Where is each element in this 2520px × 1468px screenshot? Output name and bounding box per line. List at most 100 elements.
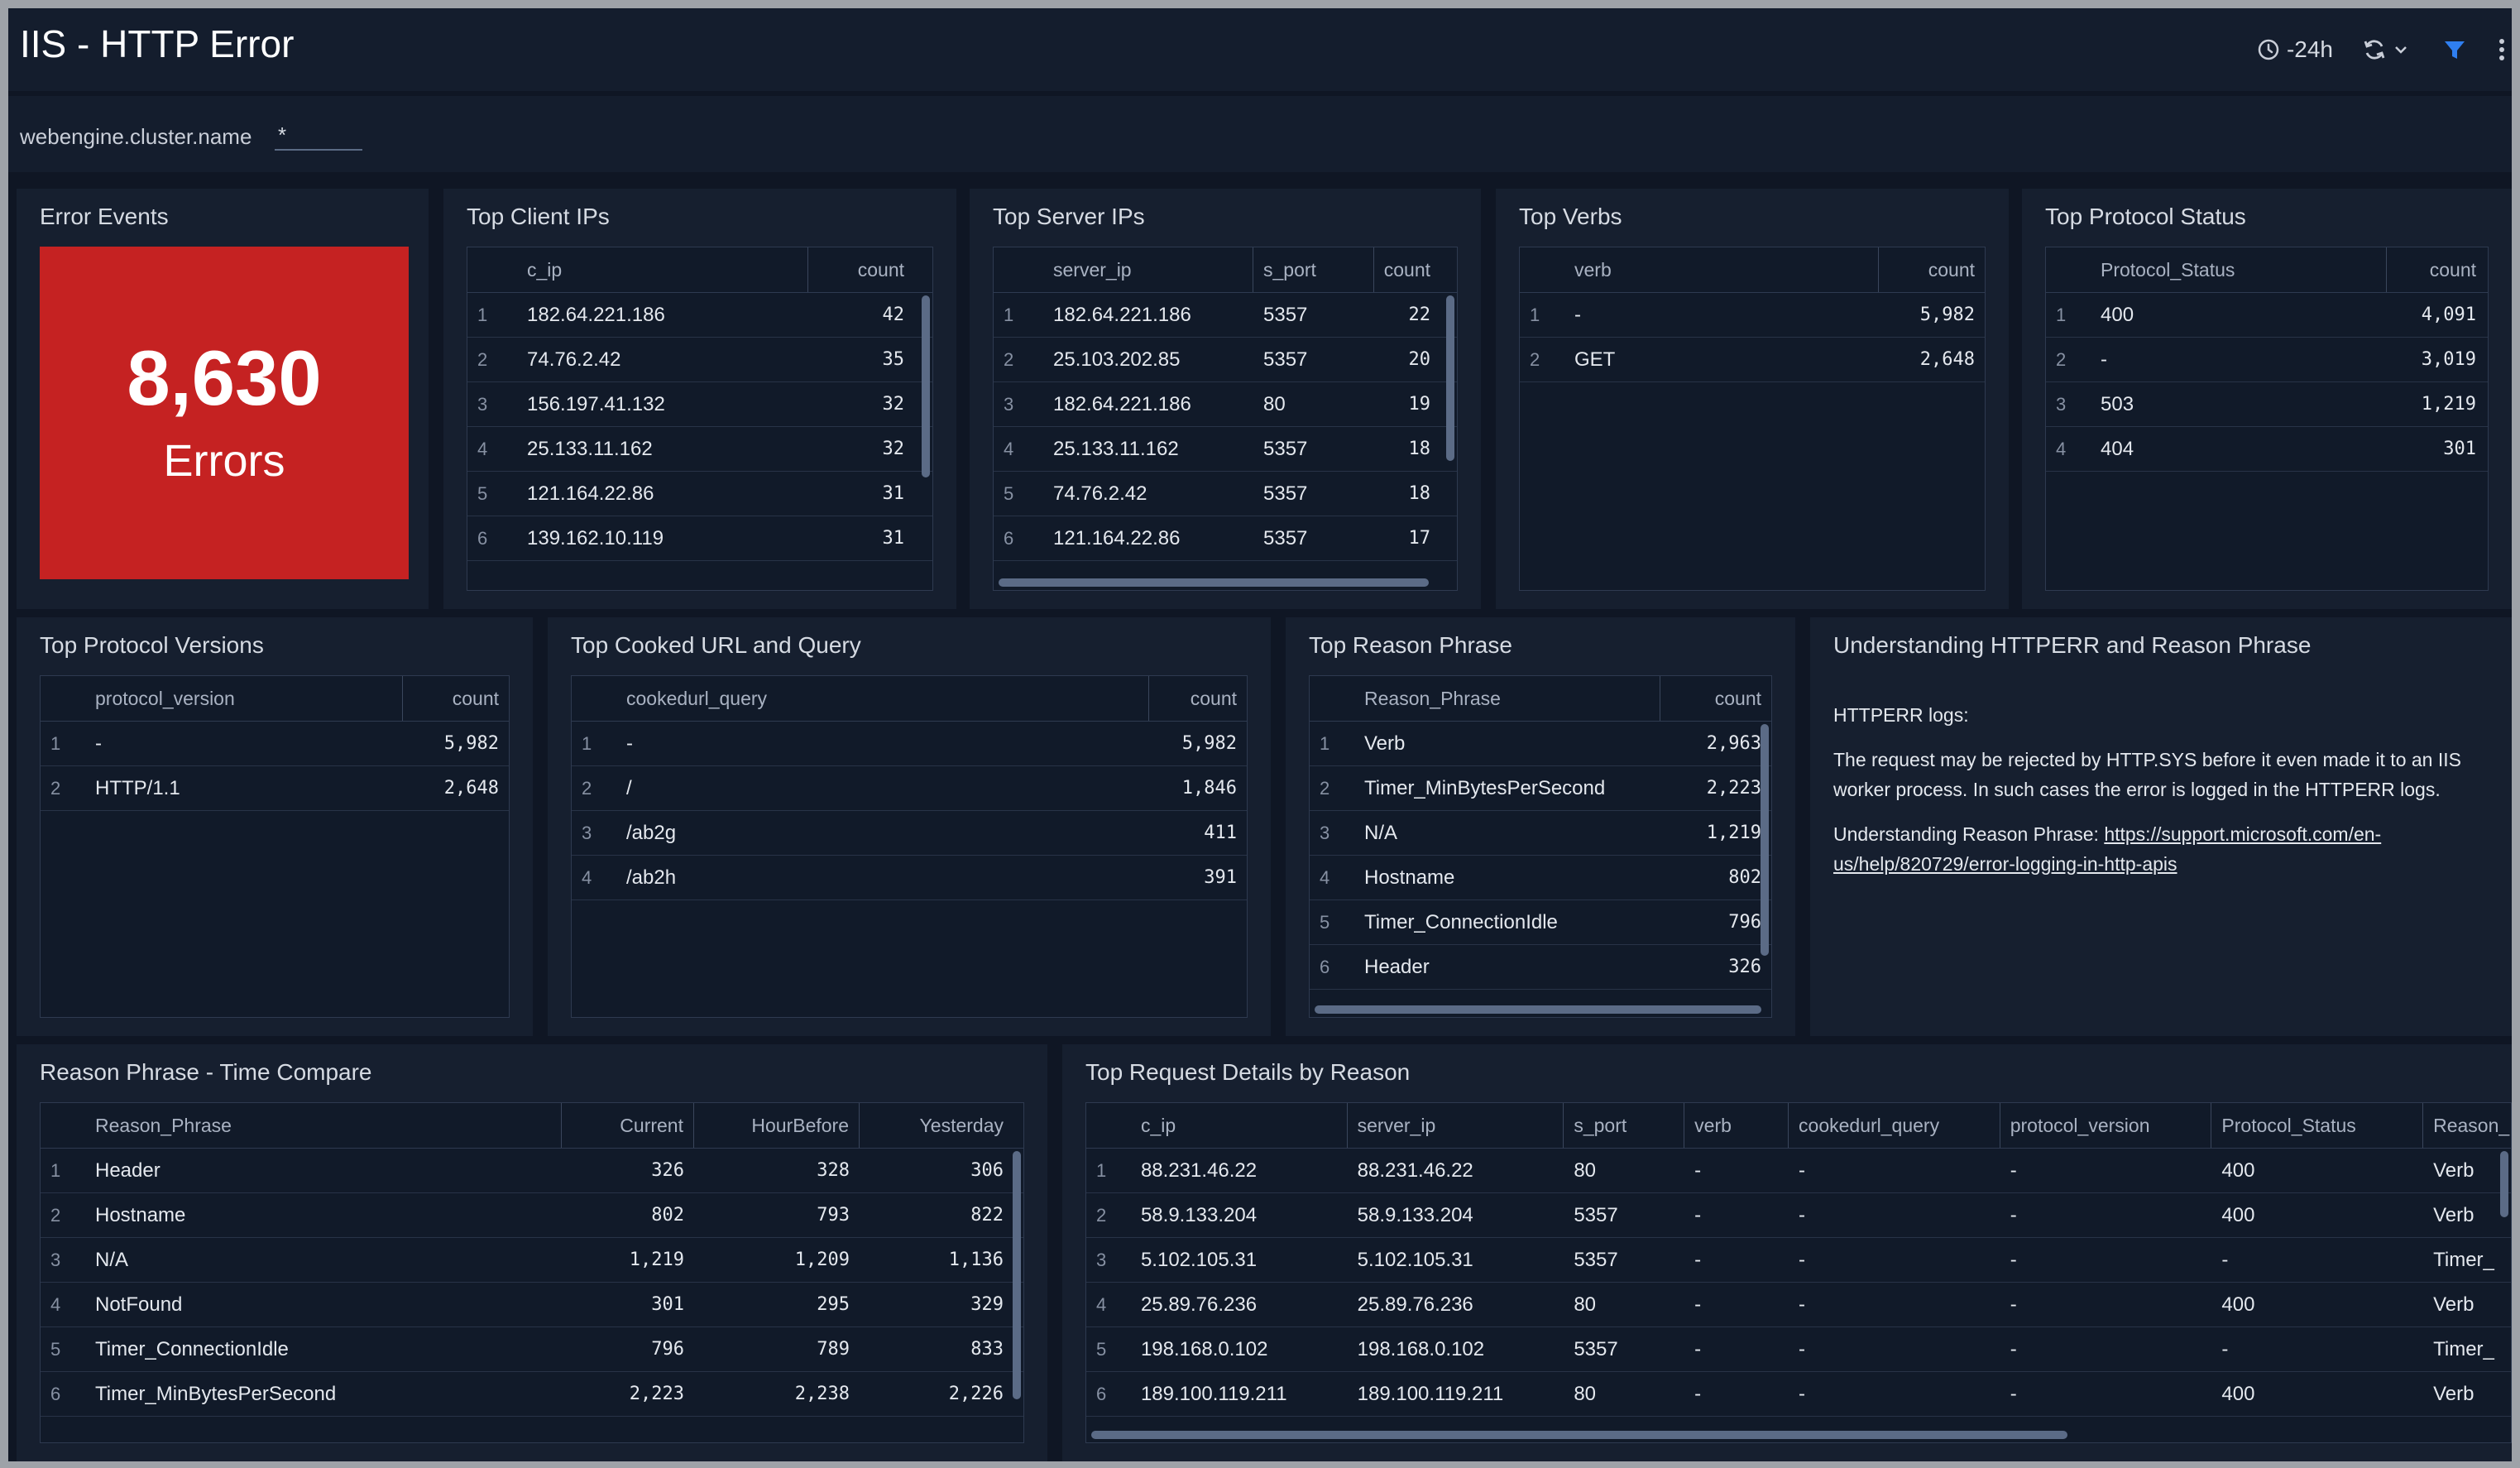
table-row[interactable]: 2 Hostname 802 793 822 [41,1193,1023,1238]
table-row[interactable]: 2 / 1,846 [572,766,1247,811]
table-row[interactable]: 1 182.64.221.186 5357 22 [994,293,1457,338]
column-header-count[interactable]: count [1374,247,1440,292]
column-header-protocol-version[interactable]: protocol_version [2000,1103,2212,1148]
column-header-count[interactable]: count [1879,247,1985,292]
column-header-reason-phrase[interactable]: Reason_Phrase [1354,676,1660,721]
table-row[interactable]: 2 74.76.2.42 35 [467,338,932,382]
column-header-protocol-status[interactable]: Protocol_Status [2091,247,2387,292]
c-ip-cell: 139.162.10.119 [527,526,664,549]
reason-phrase-cell: Timer_MinBytesPerSecond [95,1382,337,1405]
column-header-reason-phrase[interactable]: Reason_Phrase [85,1103,562,1148]
table-row[interactable]: 6 189.100.119.211 189.100.119.211 80 - - - 400 V… [1086,1372,2511,1417]
column-header-reason-phrase[interactable]: Reason_ [2423,1103,2511,1148]
row-number: 1 [1320,732,1330,754]
table-row[interactable]: 1 182.64.221.186 42 [467,293,932,338]
reason-phrase-time-compare-panel: Reason Phrase - Time Compare Reason_Phra… [17,1044,1047,1461]
table-row[interactable]: 2 58.9.133.204 58.9.133.204 5357 - - - 400 Verb [1086,1193,2511,1238]
protocol-status-cell: - [2221,1337,2229,1360]
horizontal-scrollbar[interactable] [999,578,1429,587]
table-row[interactable]: 5 121.164.22.86 31 [467,472,932,516]
vertical-scrollbar[interactable] [1761,724,1769,956]
reason-phrase-cell: Timer_MinBytesPerSecond [1364,776,1606,799]
column-header-protocol-status[interactable]: Protocol_Status [2211,1103,2424,1148]
table-row[interactable]: 1 Header 326 328 306 [41,1149,1023,1193]
table-row[interactable]: 5 198.168.0.102 198.168.0.102 5357 - - - - Timer… [1086,1327,2511,1372]
column-header-hour-before[interactable]: HourBefore [694,1103,860,1148]
horizontal-scrollbar[interactable] [1091,1431,2067,1439]
server-ip-cell: 25.89.76.236 [1357,1293,1473,1316]
column-header-protocol-version[interactable]: protocol_version [85,676,403,721]
top-verbs-table: verb count 1 - 5,982 2 GET 2,648 [1519,247,1986,591]
table-row[interactable]: 5 Timer_ConnectionIdle 796 [1310,900,1771,945]
column-header-yesterday[interactable]: Yesterday [860,1103,1013,1148]
table-row[interactable]: 2 GET 2,648 [1520,338,1985,382]
time-range-button[interactable]: -24h [2257,36,2333,63]
table-row[interactable]: 4/ab2h 391 [572,856,1247,900]
s-port-cell: 80 [1263,392,1286,415]
column-header-cookedurl-query[interactable]: cookedurl_query [616,676,1149,721]
vertical-scrollbar[interactable] [922,295,930,477]
column-header-verb[interactable]: verb [1684,1103,1789,1148]
column-header-verb[interactable]: verb [1564,247,1879,292]
cookedurl-query-cell: /ab2h [626,866,677,889]
column-header-server-ip[interactable]: server_ip [1348,1103,1564,1148]
table-row[interactable]: 5 Timer_ConnectionIdle 796 789 833 [41,1327,1023,1372]
table-row[interactable]: 6 Timer_MinBytesPerSecond 2,223 2,238 2,226 [41,1372,1023,1417]
table-row[interactable]: 6 Header 326 [1310,945,1771,990]
column-header-count[interactable]: count [1660,676,1771,721]
table-row[interactable]: 2 - 3,019 [2046,338,2488,382]
column-header-current[interactable]: Current [562,1103,694,1148]
table-row[interactable]: 2 HTTP/1.1 2,648 [41,766,509,811]
filter-button[interactable] [2442,37,2467,62]
reason-phrase-cell: Timer_ [2433,1337,2494,1360]
row-number: 1 [1004,304,1014,325]
table-row[interactable]: 6 121.164.22.86 5357 17 [994,516,1457,561]
table-row[interactable]: 3 N/A 1,219 1,209 1,136 [41,1238,1023,1283]
table-row[interactable]: 4 Hostname 802 [1310,856,1771,900]
column-header-count[interactable]: count [1149,676,1247,721]
table-row[interactable]: 3 182.64.221.186 80 19 [994,382,1457,427]
vertical-scrollbar[interactable] [2500,1151,2508,1217]
table-row[interactable]: 4 25.89.76.236 25.89.76.236 80 - - - 400 Verb [1086,1283,2511,1327]
table-row[interactable]: 1 88.231.46.22 88.231.46.22 80 - - - 400 Verb [1086,1149,2511,1193]
table-row[interactable]: 5 74.76.2.42 5357 18 [994,472,1457,516]
table-row[interactable]: 3 156.197.41.132 32 [467,382,932,427]
column-header-c-ip[interactable]: c_ip [517,247,808,292]
column-header-count[interactable]: count [403,676,509,721]
top-protocol-versions-table: protocol_version count 1 - 5,982 2 HTTP/1.1… [40,675,510,1018]
column-header-s-port[interactable]: s_port [1253,247,1374,292]
column-header-count[interactable]: count [808,247,914,292]
row-number: 4 [1096,1293,1107,1315]
table-row[interactable]: 4 NotFound 301 295 329 [41,1283,1023,1327]
table-row[interactable]: 3 5.102.105.31 5.102.105.31 5357 - - - - Timer_ [1086,1238,2511,1283]
row-number: 6 [1096,1383,1107,1404]
table-row[interactable]: 3 N/A 1,219 [1310,811,1771,856]
table-row[interactable]: 1 - 5,982 [41,722,509,766]
table-row[interactable]: 1 Verb 2,963 [1310,722,1771,766]
reason-phrase-cell: N/A [1364,821,1398,844]
protocol-version-cell: - [2010,1248,2017,1271]
cluster-name-filter-input[interactable] [275,121,362,151]
table-row[interactable]: 1 400 4,091 [2046,293,2488,338]
horizontal-scrollbar[interactable] [1315,1005,1761,1014]
column-header-s-port[interactable]: s_port [1564,1103,1685,1148]
column-header-count[interactable]: count [2387,247,2486,292]
table-row[interactable]: 2 Timer_MinBytesPerSecond 2,223 [1310,766,1771,811]
refresh-button[interactable] [2361,36,2409,63]
top-client-ips-panel: Top Client IPs c_ip count 1 182.64.221.18… [443,189,956,609]
vertical-scrollbar[interactable] [1013,1151,1021,1399]
table-row[interactable]: 3/ab2g 411 [572,811,1247,856]
table-row[interactable]: 3 503 1,219 [2046,382,2488,427]
table-row[interactable]: 6 139.162.10.119 31 [467,516,932,561]
vertical-scrollbar[interactable] [1446,295,1454,461]
table-row[interactable]: 4 25.133.11.162 32 [467,427,932,472]
table-row[interactable]: 1 - 5,982 [1520,293,1985,338]
table-row[interactable]: 4 404 301 [2046,427,2488,472]
table-row[interactable]: 2 25.103.202.85 5357 20 [994,338,1457,382]
column-header-c-ip[interactable]: c_ip [1131,1103,1348,1148]
table-row[interactable]: 4 25.133.11.162 5357 18 [994,427,1457,472]
column-header-server-ip[interactable]: server_ip [1043,247,1253,292]
column-header-cookedurl-query[interactable]: cookedurl_query [1789,1103,2000,1148]
more-options-button[interactable] [2497,37,2507,62]
table-row[interactable]: 1 - 5,982 [572,722,1247,766]
